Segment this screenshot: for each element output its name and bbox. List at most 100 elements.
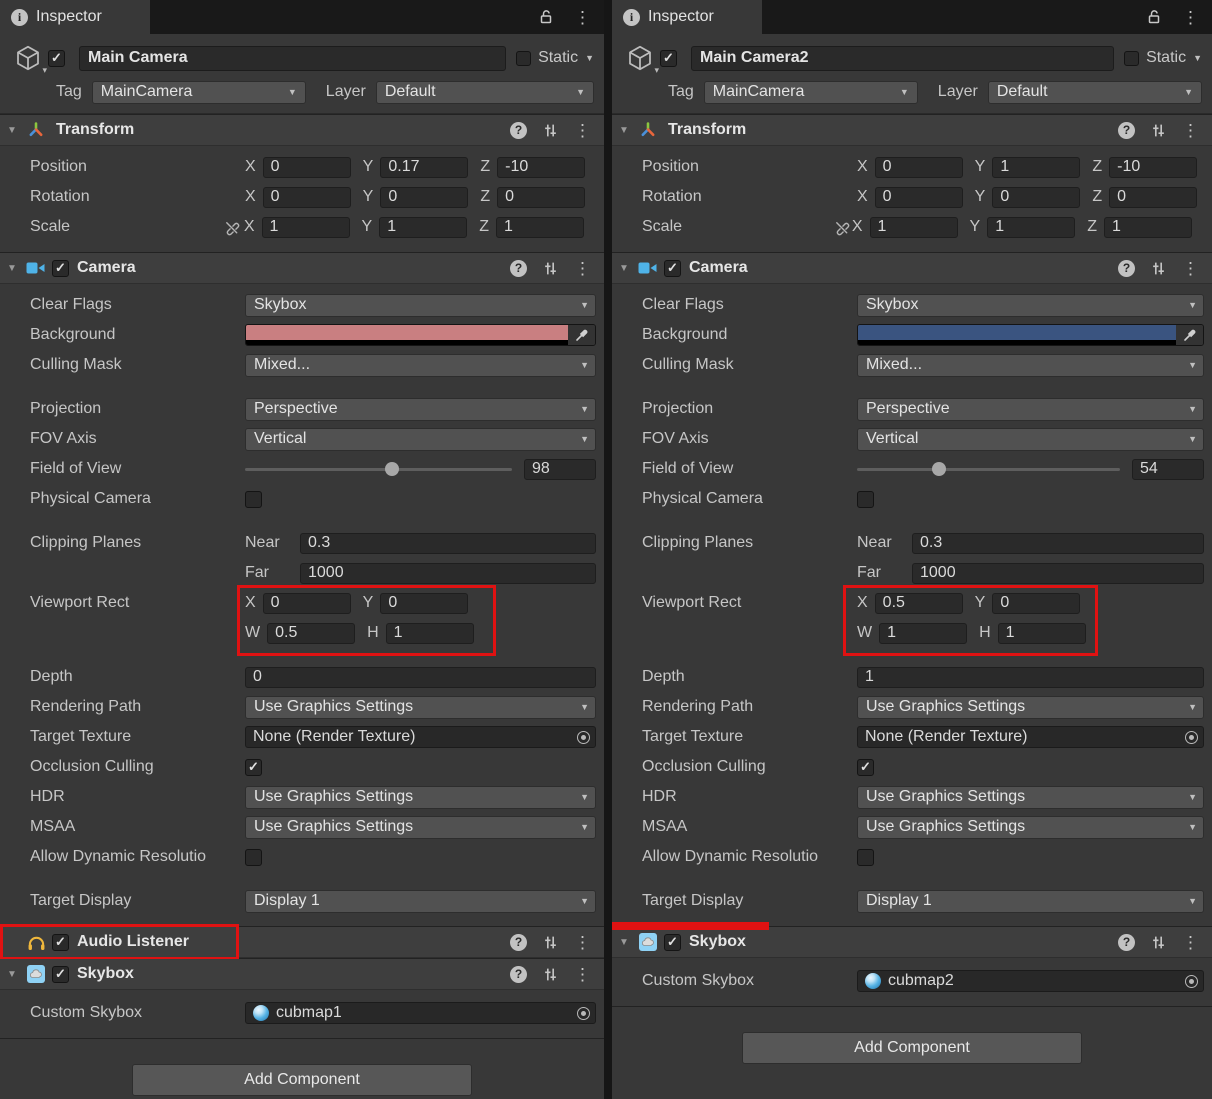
fov-value-input[interactable]: 98 xyxy=(524,458,596,480)
culling-mask-dropdown[interactable]: Mixed... xyxy=(245,353,596,377)
link-broken-icon[interactable] xyxy=(219,219,244,236)
clear-flags-dropdown[interactable]: Skybox xyxy=(245,293,596,317)
kebab-menu-icon[interactable] xyxy=(1182,122,1199,139)
occlusion-culling-checkbox[interactable] xyxy=(857,758,874,776)
background-color-swatch[interactable] xyxy=(857,324,1204,346)
gameobject-cube-icon[interactable] xyxy=(620,41,660,75)
rotation-x-input[interactable]: 0 xyxy=(874,186,963,208)
depth-input[interactable]: 0 xyxy=(245,666,596,688)
audio-listener-enabled-checkbox[interactable] xyxy=(52,933,69,951)
position-z-input[interactable]: -10 xyxy=(1109,156,1198,178)
help-icon[interactable] xyxy=(510,121,527,139)
gameobject-cube-icon[interactable] xyxy=(8,41,48,75)
viewport-x-input[interactable]: 0 xyxy=(262,592,351,614)
skybox-header[interactable]: Skybox xyxy=(612,922,1212,958)
foldout-arrow-icon[interactable] xyxy=(612,263,636,274)
scale-z-input[interactable]: 1 xyxy=(1104,216,1192,238)
add-component-button[interactable]: Add Component xyxy=(132,1064,472,1096)
rotation-z-input[interactable]: 0 xyxy=(497,186,586,208)
static-dropdown-icon[interactable] xyxy=(1193,53,1202,63)
transform-header[interactable]: Transform xyxy=(612,115,1212,146)
scale-x-input[interactable]: 1 xyxy=(261,216,350,238)
preset-icon[interactable] xyxy=(1151,935,1166,950)
occlusion-culling-checkbox[interactable] xyxy=(245,758,262,776)
allow-dynamic-resolution-checkbox[interactable] xyxy=(857,848,874,866)
viewport-y-input[interactable]: 0 xyxy=(380,592,469,614)
allow-dynamic-resolution-checkbox[interactable] xyxy=(245,848,262,866)
static-checkbox[interactable] xyxy=(516,50,532,66)
eyedropper-icon[interactable] xyxy=(1176,325,1203,345)
fov-slider[interactable] xyxy=(245,458,512,480)
near-input[interactable]: 0.3 xyxy=(912,532,1204,554)
camera-header[interactable]: Camera xyxy=(612,253,1212,284)
gameobject-active-checkbox[interactable] xyxy=(660,49,677,67)
background-color-swatch[interactable] xyxy=(245,324,596,346)
gameobject-name-input[interactable]: Main Camera2 xyxy=(691,45,1115,71)
custom-skybox-field[interactable]: cubmap2 xyxy=(857,970,1204,992)
help-icon[interactable] xyxy=(1118,121,1135,139)
rendering-path-dropdown[interactable]: Use Graphics Settings xyxy=(857,695,1204,719)
foldout-arrow-icon[interactable] xyxy=(0,125,24,136)
object-picker-icon[interactable] xyxy=(1179,727,1203,747)
camera-enabled-checkbox[interactable] xyxy=(664,259,681,277)
viewport-h-input[interactable]: 1 xyxy=(997,622,1086,644)
preset-icon[interactable] xyxy=(543,967,558,982)
kebab-menu-icon[interactable] xyxy=(574,9,591,26)
position-x-input[interactable]: 0 xyxy=(874,156,963,178)
kebab-menu-icon[interactable] xyxy=(574,122,591,139)
target-display-dropdown[interactable]: Display 1 xyxy=(857,889,1204,913)
camera-enabled-checkbox[interactable] xyxy=(52,259,69,277)
skybox-header[interactable]: Skybox xyxy=(0,959,604,990)
viewport-x-input[interactable]: 0.5 xyxy=(874,592,963,614)
rotation-x-input[interactable]: 0 xyxy=(262,186,351,208)
preset-icon[interactable] xyxy=(1151,261,1166,276)
far-input[interactable]: 1000 xyxy=(912,562,1204,584)
rendering-path-dropdown[interactable]: Use Graphics Settings xyxy=(245,695,596,719)
custom-skybox-field[interactable]: cubmap1 xyxy=(245,1002,596,1024)
depth-input[interactable]: 1 xyxy=(857,666,1204,688)
transform-header[interactable]: Transform xyxy=(0,115,604,146)
lock-icon[interactable] xyxy=(1146,9,1162,25)
scale-y-input[interactable]: 1 xyxy=(987,216,1076,238)
lock-icon[interactable] xyxy=(538,9,554,25)
position-z-input[interactable]: -10 xyxy=(497,156,586,178)
hdr-dropdown[interactable]: Use Graphics Settings xyxy=(857,785,1204,809)
fov-slider[interactable] xyxy=(857,458,1120,480)
rotation-y-input[interactable]: 0 xyxy=(380,186,469,208)
layer-dropdown[interactable]: Default xyxy=(375,80,594,104)
scale-x-input[interactable]: 1 xyxy=(869,216,958,238)
help-icon[interactable] xyxy=(510,965,527,983)
slider-handle[interactable] xyxy=(384,462,399,476)
object-picker-icon[interactable] xyxy=(1179,971,1203,991)
rotation-z-input[interactable]: 0 xyxy=(1109,186,1198,208)
camera-header[interactable]: Camera xyxy=(0,253,604,284)
fov-axis-dropdown[interactable]: Vertical xyxy=(245,427,596,451)
msaa-dropdown[interactable]: Use Graphics Settings xyxy=(245,815,596,839)
object-picker-icon[interactable] xyxy=(571,727,595,747)
projection-dropdown[interactable]: Perspective xyxy=(245,397,596,421)
audio-listener-header[interactable]: Audio Listener xyxy=(0,924,604,960)
kebab-menu-icon[interactable] xyxy=(1182,934,1199,951)
msaa-dropdown[interactable]: Use Graphics Settings xyxy=(857,815,1204,839)
viewport-y-input[interactable]: 0 xyxy=(992,592,1081,614)
hdr-dropdown[interactable]: Use Graphics Settings xyxy=(245,785,596,809)
skybox-enabled-checkbox[interactable] xyxy=(664,933,681,951)
scale-z-input[interactable]: 1 xyxy=(496,216,584,238)
near-input[interactable]: 0.3 xyxy=(300,532,596,554)
target-display-dropdown[interactable]: Display 1 xyxy=(245,889,596,913)
fov-value-input[interactable]: 54 xyxy=(1132,458,1204,480)
rotation-y-input[interactable]: 0 xyxy=(992,186,1081,208)
target-texture-field[interactable]: None (Render Texture) xyxy=(245,726,596,748)
tab-inspector[interactable]: Inspector xyxy=(0,0,150,34)
position-y-input[interactable]: 1 xyxy=(992,156,1081,178)
culling-mask-dropdown[interactable]: Mixed... xyxy=(857,353,1204,377)
eyedropper-icon[interactable] xyxy=(568,325,595,345)
help-icon[interactable] xyxy=(510,933,527,951)
layer-dropdown[interactable]: Default xyxy=(987,80,1202,104)
kebab-menu-icon[interactable] xyxy=(574,934,591,951)
link-broken-icon[interactable] xyxy=(831,219,852,236)
preset-icon[interactable] xyxy=(543,261,558,276)
target-texture-field[interactable]: None (Render Texture) xyxy=(857,726,1204,748)
foldout-arrow-icon[interactable] xyxy=(612,937,636,948)
tab-inspector[interactable]: Inspector xyxy=(612,0,762,34)
